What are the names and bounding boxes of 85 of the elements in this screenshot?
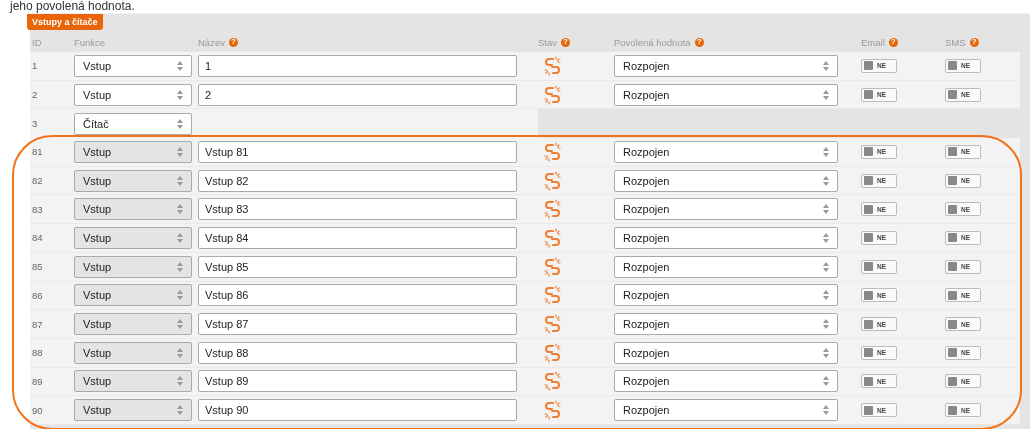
broken-link-icon [544,285,562,306]
allowed-value-select[interactable]: Rozpojen [614,83,838,106]
broken-link-icon [544,199,562,220]
broken-link-icon [544,371,562,392]
column-header: ID [32,36,42,48]
allowed-value-select[interactable]: Rozpojen [614,399,838,422]
sort-arrows-icon [177,118,183,129]
allowed-value-select[interactable]: Rozpojen [614,284,838,307]
broken-link-icon [544,170,562,191]
name-field[interactable]: Vstup 83 [198,198,517,221]
name-field[interactable]: Vstup 88 [198,341,517,364]
allowed-value-select[interactable]: Rozpojen [614,169,838,192]
sort-arrows-icon [823,319,829,330]
name-field[interactable]: 2 [198,83,517,106]
function-select[interactable]: Vstup [74,83,192,106]
sort-arrows-icon [823,290,829,301]
column-header: Funkce [74,36,106,48]
row-id: 83 [32,203,43,215]
column-header: Název [198,36,225,48]
column-header: Email [861,36,885,48]
row-id: 82 [32,175,43,187]
row-id: 85 [32,261,43,273]
allowed-value-select[interactable]: Rozpojen [614,255,838,278]
broken-link-icon [544,342,562,363]
sort-arrows-icon [177,290,183,301]
allowed-value-select[interactable]: Rozpojen [614,140,838,163]
row-id: 2 [32,89,38,101]
page-heading: jeho povolená hodnota. [8,0,135,13]
name-field[interactable]: Vstup 90 [198,399,517,422]
sort-arrows-icon [823,89,829,100]
sort-arrows-icon [177,175,183,186]
broken-link-icon [544,400,562,421]
row-id: 81 [32,146,43,158]
broken-link-icon [544,256,562,277]
row-id: 84 [32,232,43,244]
function-select[interactable]: Vstup [74,54,192,77]
sort-arrows-icon [177,232,183,243]
sort-arrows-icon [823,405,829,416]
name-field[interactable]: Vstup 89 [198,370,517,393]
row-id: 89 [32,375,43,387]
sort-arrows-icon [177,376,183,387]
broken-link-icon [544,84,562,105]
column-header: Povolená hodnota [614,36,691,48]
function-select[interactable]: Čítač [74,112,192,135]
sort-arrows-icon [177,146,183,157]
row-id: 90 [32,404,43,416]
sort-arrows-icon [823,232,829,243]
name-field[interactable]: 1 [198,54,517,77]
name-field[interactable]: Vstup 84 [198,226,517,249]
allowed-value-select[interactable]: Rozpojen [614,226,838,249]
sort-arrows-icon [823,204,829,215]
column-header: SMS [945,36,966,48]
sort-arrows-icon [177,204,183,215]
sort-arrows-icon [823,347,829,358]
sort-arrows-icon [177,405,183,416]
name-field[interactable]: Vstup 86 [198,284,517,307]
allowed-value-select[interactable]: Rozpojen [614,198,838,221]
sort-arrows-icon [177,319,183,330]
sort-arrows-icon [177,261,183,272]
broken-link-icon [544,227,562,248]
allowed-value-select[interactable]: Rozpojen [614,54,838,77]
broken-link-icon [544,55,562,76]
sort-arrows-icon [823,146,829,157]
allowed-value-select[interactable]: Rozpojen [614,313,838,336]
sort-arrows-icon [177,60,183,71]
broken-link-icon [544,141,562,162]
name-field[interactable]: Vstup 81 [198,140,517,163]
broken-link-icon [544,314,562,335]
name-field[interactable]: Vstup 82 [198,169,517,192]
row-id: 87 [32,318,43,330]
allowed-value-select[interactable]: Rozpojen [614,341,838,364]
row-id: 88 [32,347,43,359]
row-id: 1 [32,60,38,72]
sort-arrows-icon [177,347,183,358]
sort-arrows-icon [823,60,829,71]
sort-arrows-icon [177,89,183,100]
row-id: 86 [32,289,43,301]
name-field[interactable]: Vstup 87 [198,313,517,336]
allowed-value-select[interactable]: Rozpojen [614,370,838,393]
sort-arrows-icon [823,261,829,272]
name-field[interactable]: Vstup 85 [198,255,517,278]
sort-arrows-icon [823,175,829,186]
row-id: 3 [32,118,38,130]
sort-arrows-icon [823,376,829,387]
column-header: Stav [538,36,557,48]
